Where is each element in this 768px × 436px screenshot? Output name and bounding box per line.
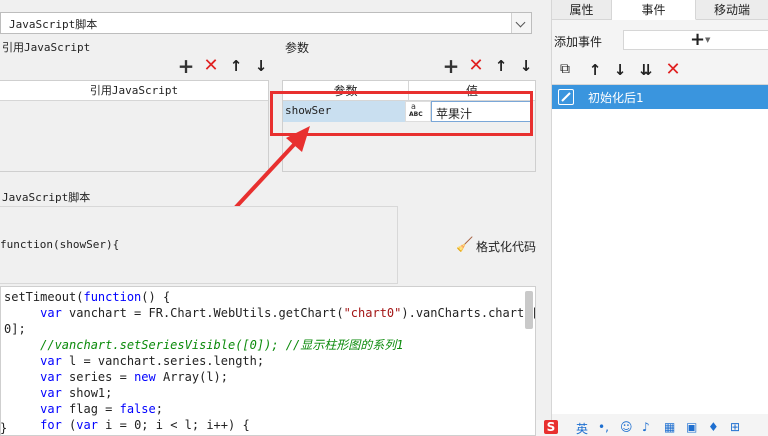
emoji-icon[interactable]: ☺ [620,420,633,434]
code-token: for [40,418,62,432]
code-token: () { [141,290,171,304]
code-token: var [40,306,62,320]
code-line[interactable]: var series = new Array(l); [4,369,535,385]
code-token: 0]; [4,322,26,336]
code-token: ; [155,402,163,416]
code-token: var [76,418,98,432]
chevron-down-icon[interactable] [511,13,531,33]
keyboard-icon[interactable]: ▦ [664,420,675,434]
code-token: var [40,354,62,368]
delete-param-button[interactable]: ✕ [467,57,485,75]
code-token: Array(l); [155,370,228,384]
add-param-button[interactable]: + [442,56,460,76]
format-code-label: 格式化代码 [476,240,537,254]
move-down-param-button[interactable]: ↓ [517,57,535,75]
broom-icon: 🧹 [456,237,474,253]
microphone-icon[interactable]: ♪ [642,420,650,434]
code-token: ( [61,418,77,432]
move-down-ref-js-button[interactable]: ↓ [252,57,270,75]
chevron-down-icon: ▼ [705,36,711,44]
code-line[interactable]: setTimeout(function() { [4,289,535,305]
code-line[interactable]: for (var i = 0; i < l; i++) { [4,417,535,433]
ref-js-table-header: 引用JavaScript [0,81,268,101]
event-list: 初始化后1 [552,84,768,414]
params-label: 参数 [285,41,310,55]
delete-ref-js-button[interactable]: ✕ [202,57,220,75]
code-token: new [134,370,156,384]
event-item[interactable]: 初始化后1 [552,85,768,109]
js-script-label: JavaScript脚本 [2,191,91,204]
code-line[interactable]: var show1; [4,385,535,401]
script-editor-panel: JavaScript脚本 引用JavaScript 参数 + ✕ ↑ ↓ + ✕… [0,0,548,436]
move-up-param-button[interactable]: ↑ [492,57,510,75]
code-token: function [83,290,142,304]
move-up-ref-js-button[interactable]: ↑ [227,57,245,75]
code-token: var [40,370,62,384]
toolbox-icon[interactable]: ▣ [686,420,697,434]
code-token: "chart0" [343,306,402,320]
ref-js-label: 引用JavaScript [2,41,91,54]
code-line[interactable]: 0]; [4,321,535,337]
editor-scrollbar[interactable] [525,291,533,329]
event-panel: 属性 事件 移动端 添加事件 + ▼ ⧉ ↑ ↓ ⇊ ✕ 初始化后1 [551,0,768,436]
tab-properties[interactable]: 属性 [552,0,612,20]
move-down-event-button[interactable]: ↓ [611,61,629,79]
code-token: i = 0; i < l; i++) { [97,418,250,432]
code-token: false [119,402,156,416]
code-token: vanchart = FR.Chart.WebUtils.getChart( [61,306,344,320]
tab-events[interactable]: 事件 [612,0,696,20]
grid-icon[interactable]: ⊞ [730,420,740,434]
move-bottom-event-button[interactable]: ⇊ [637,61,655,79]
delete-event-button[interactable]: ✕ [664,61,682,79]
add-ref-js-button[interactable]: + [177,56,195,76]
code-token: l = vanchart.series.length; [61,354,265,368]
move-up-event-button[interactable]: ↑ [586,61,604,79]
ime-logo-icon: S [544,420,558,434]
code-token: ).vanCharts.charts[ [401,306,536,320]
tab-mobile[interactable]: 移动端 [696,0,768,20]
function-signature: function(showSer){ [0,238,120,251]
script-type-select[interactable]: JavaScript脚本 [0,12,532,34]
code-token: show1; [61,386,113,400]
code-line[interactable]: //vanchart.setSeriesVisible([0]); //显示柱形… [4,337,535,353]
code-line[interactable]: var vanchart = FR.Chart.WebUtils.getChar… [4,305,535,321]
code-token: //vanchart.setSeriesVisible([0]); //显示柱形… [40,338,404,352]
function-header-box: function(showSer){ [0,206,398,284]
script-type-value: JavaScript脚本 [9,18,98,31]
edit-icon [558,89,574,105]
code-token: series = [61,370,135,384]
copy-icon[interactable]: ⧉ [560,61,570,77]
code-line[interactable]: var l = vanchart.series.length; [4,353,535,369]
plus-icon: + [690,29,706,50]
code-line[interactable]: var flag = false; [4,401,535,417]
punctuation-icon[interactable]: •, [598,420,609,434]
add-event-dropdown[interactable]: + ▼ [623,29,768,50]
skin-icon[interactable]: ♦ [708,420,719,434]
code-token: var [40,402,62,416]
code-editor[interactable]: setTimeout(function() { var vanchart = F… [0,286,536,436]
code-token: flag = [61,402,120,416]
code-token: var [40,386,62,400]
closing-brace: } [0,421,8,435]
event-item-label: 初始化后1 [588,91,644,105]
code-token: setTimeout( [4,290,84,304]
add-event-label: 添加事件 [554,35,603,49]
ime-language[interactable]: 英 [576,420,588,436]
ime-toolbar: S 英 •, ☺ ♪ ▦ ▣ ♦ ⊞ [536,420,768,436]
